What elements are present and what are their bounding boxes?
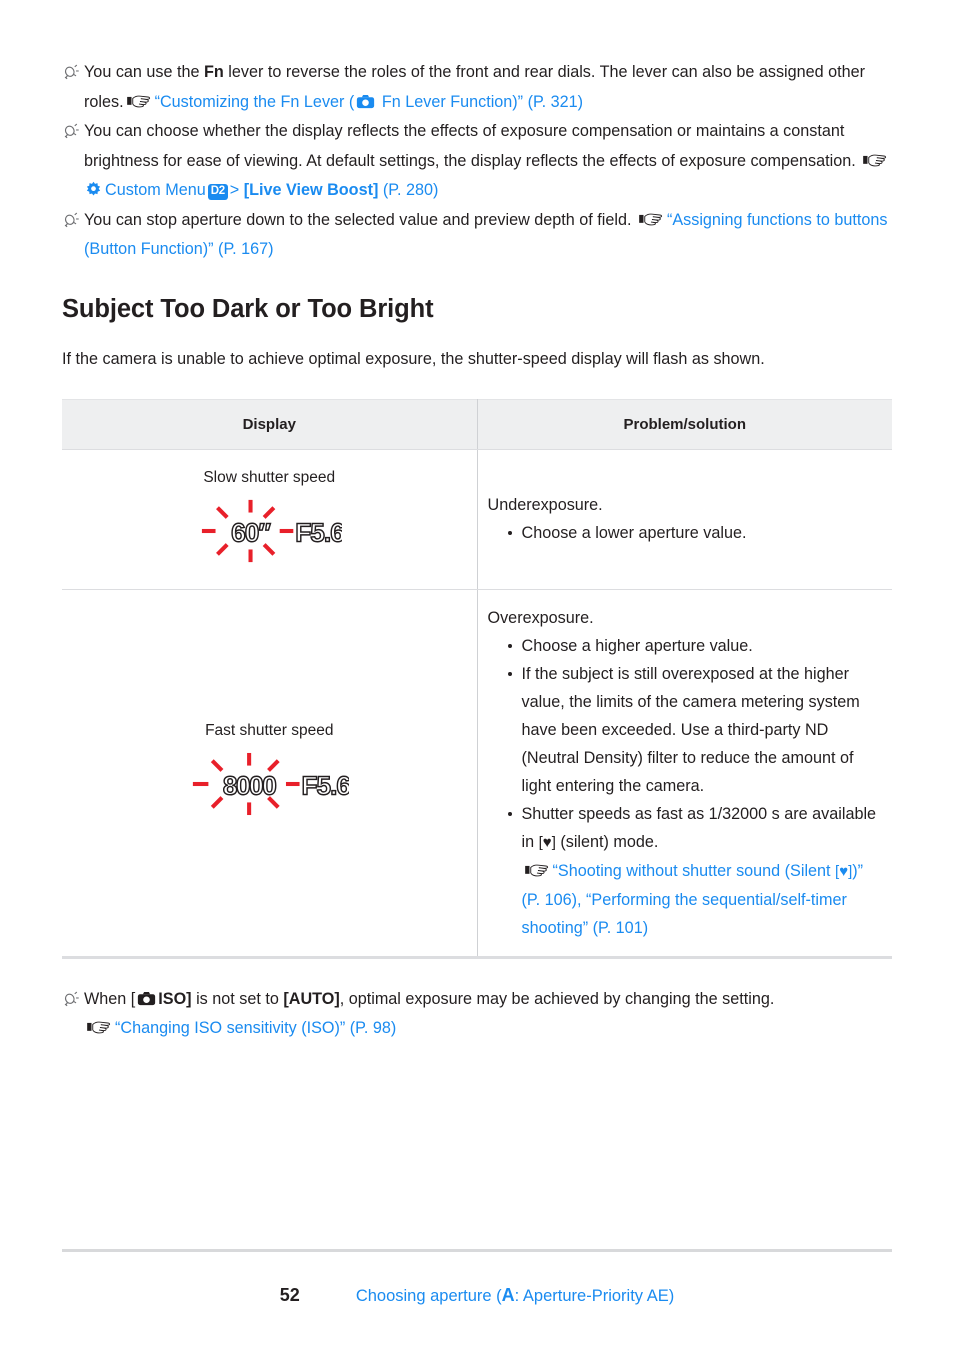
note-auto-label: [AUTO] <box>283 989 340 1008</box>
gear-icon <box>85 179 102 196</box>
manual-page: You can use the Fn lever to reverse the … <box>0 0 954 1354</box>
shutter-display-graphic-slow: 60″ F5.6 <box>72 496 467 575</box>
solution-bullet-nd-filter: If the subject is still overexposed at t… <box>507 660 883 800</box>
page-ref-live-view-boost: (P. 280) <box>382 181 439 199</box>
solution-bullet-higher-aperture: Choose a higher aperture value. <box>507 632 883 660</box>
pointing-hand-icon <box>862 149 888 166</box>
cell-solution-overexposure: Overexposure. Choose a higher aperture v… <box>477 589 892 959</box>
solution-bullets-underexposure: Choose a lower aperture value. <box>488 519 883 547</box>
table-header-row: Display Problem/solution <box>62 398 892 450</box>
table-head: Display Problem/solution <box>62 398 892 450</box>
page-footer: 52 Choosing aperture (A: Aperture-Priorit… <box>62 1285 892 1306</box>
tip-item-fn-lever: You can use the Fn lever to reverse the … <box>62 58 892 117</box>
custom-menu-badge-d2: D2 <box>207 184 228 200</box>
shutter-display-graphic-fast: 8000 F5.6 <box>72 749 467 828</box>
solution-bullet-silent-mode: Shutter speeds as fast as 1/32000 s are … <box>507 800 883 942</box>
silent-mode-symbol: [♥] <box>538 833 556 851</box>
link-live-view-boost[interactable]: [Live View Boost] <box>244 181 379 199</box>
aperture-value: F5.6 <box>296 517 343 547</box>
tip-bulb-icon <box>62 122 81 141</box>
footer-divider <box>62 1249 892 1252</box>
page-title: Subject Too Dark or Too Bright <box>62 294 434 323</box>
shutter-speed-value: 8000 <box>223 771 276 801</box>
solution-lead-overexposure: Overexposure. <box>487 608 594 627</box>
note-text-before: When [ <box>84 989 136 1008</box>
solution-bullet-lower-aperture: Choose a lower aperture value. <box>507 519 883 547</box>
column-header-display: Display <box>62 398 478 450</box>
camera-icon <box>356 90 375 108</box>
pointing-hand-icon <box>86 1016 112 1034</box>
column-header-problem-solution: Problem/solution <box>477 398 892 450</box>
menu-path-separator: > <box>229 181 240 199</box>
display-label-fast-shutter: Fast shutter speed <box>205 722 334 739</box>
note-iso-label: ISO] <box>158 989 192 1008</box>
tip-item-iso-auto: When [ ISO] is not set to [AUTO], optimal… <box>62 985 892 1044</box>
camera-icon <box>137 987 156 1005</box>
link-customizing-fn-lever[interactable]: “Customizing the Fn Lever ( Fn Lever Fun… <box>155 93 583 111</box>
note-text-after: , optimal exposure may be achieved by ch… <box>339 989 775 1008</box>
cell-display-slow-shutter: Slow shutter speed 60″ F5.6 <box>62 449 478 590</box>
pointing-hand-icon <box>126 90 152 107</box>
display-problem-table: Display Problem/solution Slow shutter sp… <box>62 398 892 959</box>
section-intro-text: If the camera is unable to achieve optim… <box>62 349 765 368</box>
link-list-separator: , <box>577 890 586 909</box>
page-content: You can use the Fn lever to reverse the … <box>62 58 892 1044</box>
pointing-hand-icon <box>638 208 664 225</box>
tip-bulb-icon <box>62 990 81 1009</box>
tip-item-depth-of-field-preview: You can stop aperture down to the select… <box>62 206 892 265</box>
fn-label: Fn <box>204 63 224 81</box>
tip-text-live-view-boost: You can choose whether the display refle… <box>84 122 861 170</box>
footer-chapter-link[interactable]: Choosing aperture (A: Aperture-Priority … <box>356 1285 674 1305</box>
tip-item-live-view-boost: You can choose whether the display refle… <box>62 117 892 206</box>
tips-list-bottom: When [ ISO] is not set to [AUTO], optimal… <box>62 985 892 1044</box>
mode-dial-letter-a: A <box>501 1285 515 1305</box>
table-row: Fast shutter speed 8000 F5.6 Overexposur… <box>62 589 892 959</box>
shutter-speed-value: 60″ <box>231 517 271 547</box>
table-row: Slow shutter speed 60″ F5.6 Underexposur… <box>62 449 892 590</box>
pointing-hand-icon <box>524 859 550 876</box>
link-changing-iso-sensitivity[interactable]: “Changing ISO sensitivity (ISO)” (P. 98) <box>115 1019 396 1037</box>
tips-list-top: You can use the Fn lever to reverse the … <box>62 58 892 265</box>
tip-bulb-icon <box>62 63 81 82</box>
note-text-mid: is not set to <box>191 989 284 1008</box>
table-body: Slow shutter speed 60″ F5.6 Underexposur… <box>62 449 892 959</box>
link-custom-menu[interactable]: Custom Menu <box>105 181 206 199</box>
tip-bulb-icon <box>62 211 81 230</box>
cell-display-fast-shutter: Fast shutter speed 8000 F5.6 <box>62 589 478 959</box>
solution-bullets-overexposure: Choose a higher aperture value. If the s… <box>488 632 883 942</box>
solution-lead-underexposure: Underexposure. <box>487 496 603 514</box>
silent-mode-text-after: (silent) mode. <box>555 832 659 851</box>
display-label-slow-shutter: Slow shutter speed <box>203 468 336 486</box>
tip-text-depth-of-field: You can stop aperture down to the select… <box>84 210 636 229</box>
aperture-value: F5.6 <box>302 771 350 801</box>
page-number: 52 <box>279 1285 300 1305</box>
cell-solution-underexposure: Underexposure. Choose a lower aperture v… <box>477 449 892 590</box>
